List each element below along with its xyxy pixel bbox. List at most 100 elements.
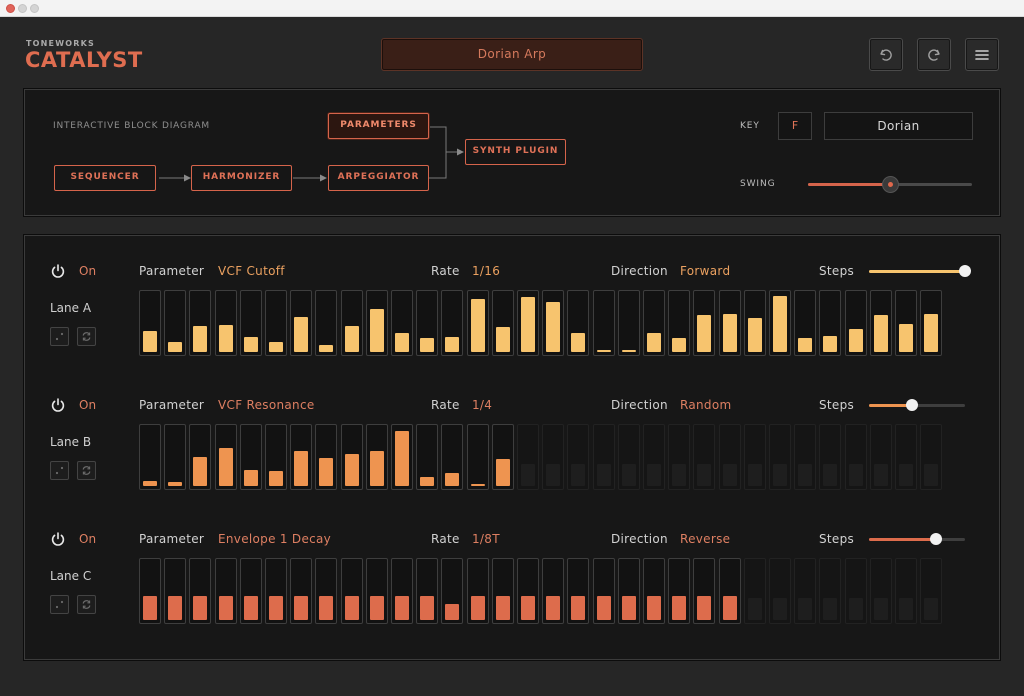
step-cell[interactable] — [769, 424, 791, 490]
step-cell[interactable] — [794, 290, 817, 356]
parameter-value[interactable]: VCF Cutoff — [218, 264, 285, 278]
step-cell[interactable] — [164, 424, 187, 490]
step-cell[interactable] — [794, 558, 817, 624]
step-cell[interactable] — [668, 290, 691, 356]
lane-power-state[interactable]: On — [79, 264, 96, 278]
step-cell[interactable] — [214, 424, 237, 490]
step-cell[interactable] — [517, 558, 539, 624]
direction-value[interactable]: Random — [680, 398, 731, 412]
step-cell[interactable] — [743, 424, 766, 490]
step-cell[interactable] — [869, 424, 892, 490]
step-cell[interactable] — [491, 558, 514, 624]
step-cell[interactable] — [668, 424, 691, 490]
step-cell[interactable] — [340, 424, 363, 490]
step-cell[interactable] — [643, 424, 665, 490]
step-cell[interactable] — [315, 424, 338, 490]
step-cell[interactable] — [365, 290, 388, 356]
key-selector[interactable]: F — [778, 112, 812, 140]
step-cell[interactable] — [920, 290, 943, 356]
step-cell[interactable] — [214, 558, 237, 624]
zoom-window-button[interactable] — [30, 4, 39, 13]
step-cell[interactable] — [542, 424, 565, 490]
step-cell[interactable] — [441, 424, 464, 490]
step-cell[interactable] — [139, 424, 161, 490]
step-cell[interactable] — [239, 558, 262, 624]
steps-slider[interactable] — [869, 399, 965, 411]
step-cell[interactable] — [391, 290, 413, 356]
step-cell[interactable] — [794, 424, 817, 490]
step-cell[interactable] — [139, 290, 161, 356]
step-cell[interactable] — [365, 424, 388, 490]
step-cell[interactable] — [592, 290, 615, 356]
step-cell[interactable] — [693, 424, 716, 490]
step-cell[interactable] — [290, 290, 313, 356]
step-cell[interactable] — [491, 424, 514, 490]
step-cell[interactable] — [844, 424, 867, 490]
parameter-value[interactable]: VCF Resonance — [218, 398, 315, 412]
steps-slider-knob[interactable] — [959, 265, 971, 277]
rate-value[interactable]: 1/16 — [472, 264, 500, 278]
step-cell[interactable] — [239, 290, 262, 356]
reset-button[interactable] — [77, 327, 96, 346]
step-cell[interactable] — [315, 290, 338, 356]
step-cell[interactable] — [290, 424, 313, 490]
step-cell[interactable] — [718, 290, 741, 356]
step-cell[interactable] — [869, 558, 892, 624]
step-cell[interactable] — [517, 424, 539, 490]
step-cell[interactable] — [340, 558, 363, 624]
step-cell[interactable] — [391, 558, 413, 624]
block-parameters[interactable]: PARAMETERS — [328, 113, 429, 139]
scale-selector[interactable]: Dorian — [824, 112, 973, 140]
direction-value[interactable]: Reverse — [680, 532, 730, 546]
step-cell[interactable] — [139, 558, 161, 624]
step-cell[interactable] — [769, 290, 791, 356]
step-cell[interactable] — [844, 558, 867, 624]
block-synth-plugin[interactable]: SYNTH PLUGIN — [465, 139, 566, 165]
step-cell[interactable] — [693, 290, 716, 356]
preset-selector[interactable]: Dorian Arp — [381, 38, 643, 71]
steps-slider[interactable] — [869, 265, 971, 277]
step-cell[interactable] — [214, 290, 237, 356]
randomize-button[interactable] — [50, 595, 69, 614]
step-cell[interactable] — [869, 290, 892, 356]
step-cell[interactable] — [895, 424, 917, 490]
block-arpeggiator[interactable]: ARPEGGIATOR — [328, 165, 429, 191]
power-icon[interactable] — [50, 397, 66, 413]
step-cell[interactable] — [340, 290, 363, 356]
step-cell[interactable] — [164, 558, 187, 624]
steps-slider-knob[interactable] — [906, 399, 919, 411]
step-cell[interactable] — [592, 558, 615, 624]
step-cell[interactable] — [718, 558, 741, 624]
step-cell[interactable] — [920, 424, 943, 490]
parameter-value[interactable]: Envelope 1 Decay — [218, 532, 331, 546]
step-cell[interactable] — [743, 558, 766, 624]
reset-button[interactable] — [77, 461, 96, 480]
step-cell[interactable] — [517, 290, 539, 356]
step-cell[interactable] — [819, 558, 842, 624]
step-cell[interactable] — [693, 558, 716, 624]
step-cell[interactable] — [542, 290, 565, 356]
step-cell[interactable] — [441, 558, 464, 624]
step-cell[interactable] — [895, 290, 917, 356]
step-cell[interactable] — [718, 424, 741, 490]
step-cell[interactable] — [265, 558, 287, 624]
rate-value[interactable]: 1/8T — [472, 532, 500, 546]
step-cell[interactable] — [567, 424, 590, 490]
step-cell[interactable] — [819, 290, 842, 356]
block-harmonizer[interactable]: HARMONIZER — [191, 165, 292, 191]
step-cell[interactable] — [189, 290, 212, 356]
block-sequencer[interactable]: SEQUENCER — [54, 165, 156, 191]
step-cell[interactable] — [668, 558, 691, 624]
step-cell[interactable] — [265, 290, 287, 356]
power-icon[interactable] — [50, 263, 66, 279]
step-cell[interactable] — [567, 290, 590, 356]
step-cell[interactable] — [617, 290, 640, 356]
close-window-button[interactable] — [6, 4, 15, 13]
step-cell[interactable] — [592, 424, 615, 490]
step-cell[interactable] — [567, 558, 590, 624]
step-cell[interactable] — [391, 424, 413, 490]
step-cell[interactable] — [491, 290, 514, 356]
step-cell[interactable] — [617, 558, 640, 624]
step-cell[interactable] — [239, 424, 262, 490]
step-cell[interactable] — [542, 558, 565, 624]
